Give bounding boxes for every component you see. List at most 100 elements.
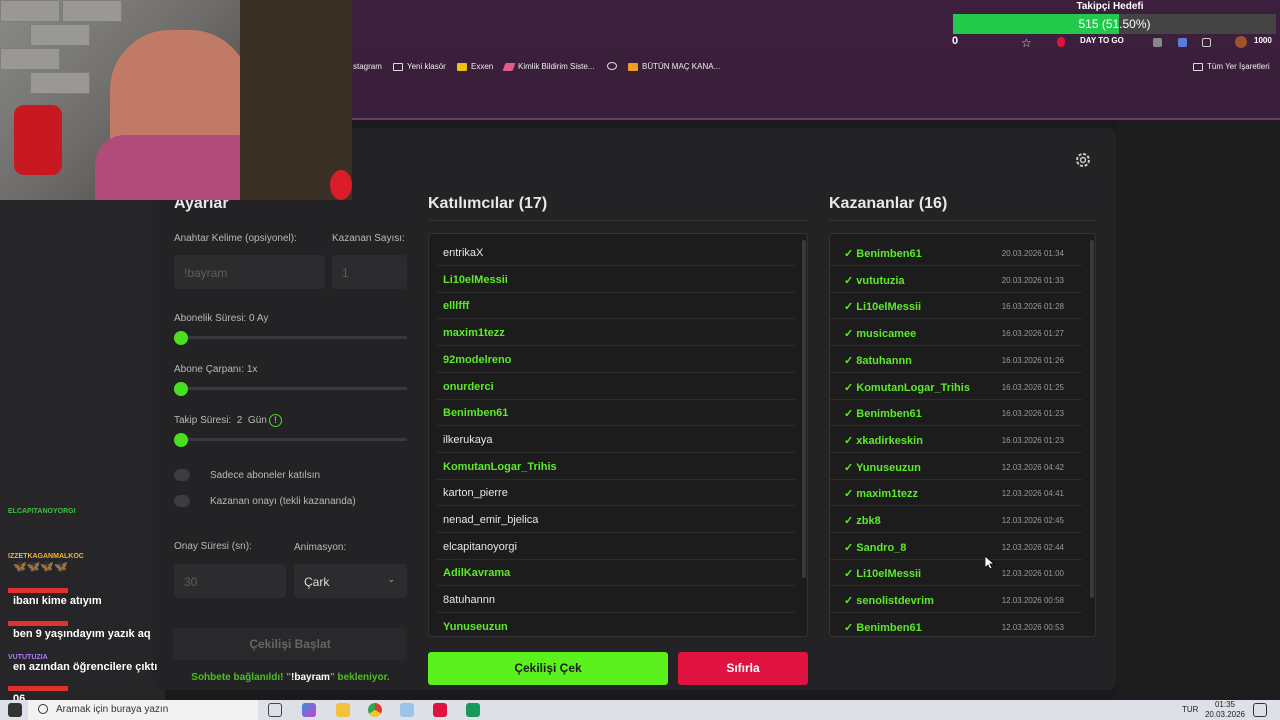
participant-name: elcapitanoyorgi [443,540,517,553]
star-icon[interactable]: ☆ [1021,36,1032,50]
info-icon[interactable]: ! [269,414,282,427]
participant-name: onurderci [443,380,494,393]
goal-progress-text: 515 (51.50%) [1078,17,1151,31]
multiplier-slider-knob[interactable] [174,382,188,396]
winner-date: 16.03.2026 01:26 [1001,355,1064,365]
participant-name: nenad_emir_bjelica [443,514,539,526]
taskbar-date[interactable]: 20.03.2026 [1200,710,1250,719]
bookmark-mac[interactable]: BÜTÜN MAÇ KANA... [628,62,720,71]
draw-button[interactable]: Çekilişi Çek [428,652,668,685]
winner-row: ✓ musicamee 16.03.2026 01:27 [830,320,1082,347]
participant-name: elllfff [443,300,470,313]
winner-row: ✓ Benimben61 16.03.2026 01:23 [830,400,1082,427]
participant-row: Benimben61 [437,400,795,427]
only-subs-toggle[interactable] [174,469,190,481]
winner-confirm-toggle[interactable] [174,495,190,507]
winner-row: ✓ vututuzia 20.03.2026 01:33 [830,267,1082,293]
participant-row: maxim1tezz [437,320,795,347]
winner-name: ✓ Sandro_8 [844,541,907,554]
winner-date: 20.03.2026 01:33 [1001,275,1064,285]
bookmark-globe[interactable] [607,62,617,70]
folder-icon[interactable] [336,703,350,717]
puzzle-icon[interactable] [1202,38,1211,47]
bookmark-kimlik[interactable]: Kimlik Bildirim Siste... [502,62,595,71]
folder-icon [393,62,403,71]
participant-row: karton_pierre [437,480,795,507]
winner-row: ✓ Li10elMessii 12.03.2026 01:00 [830,560,1082,587]
webcam-overlay [0,0,352,200]
winner-row: ✓ Benimben61 12.03.2026 00:53 [830,614,1082,636]
subscription-slider-track[interactable] [174,336,407,339]
app-icon[interactable] [466,703,480,717]
participant-row: 8atuhannn [437,587,795,614]
participant-name: Li10elMessii [443,273,508,286]
bookmark-folder[interactable]: Yeni klasör [393,62,446,71]
task-view-icon[interactable] [268,703,282,717]
chat-username-bar [8,686,68,691]
winner-count-input[interactable]: 1 [332,255,407,289]
goal-end-value: 1000 [1254,36,1272,45]
bookmark-instagram[interactable]: stagram [353,62,382,71]
bookmark-all[interactable]: Tüm Yer İşaretleri [1193,62,1270,71]
gear-icon[interactable] [1073,150,1093,170]
taskbar-search[interactable]: Aramak için buraya yazın [28,700,258,720]
app-icon[interactable] [433,703,447,717]
chat-message: IZZETKAGANMALKOC 🦋🦋🦋🦋 [8,553,84,573]
chat-message: ben 9 yaşındayım yazık aq [8,621,151,640]
taskbar-time[interactable]: 01:35 [1210,700,1240,709]
notification-icon[interactable] [1253,703,1267,717]
divider [428,220,808,221]
participants-list[interactable]: entrikaX Li10elMessii elllfff maxim1tezz 92m… [428,233,808,637]
winner-name: ✓ Li10elMessii [844,568,922,581]
winner-name: ✓ KomutanLogar_Trihis [844,381,970,394]
chat-text: ibanı kime atıyım [13,595,102,607]
globe-icon [607,62,617,70]
multiplier-label: Abone Çarpanı: 1x [174,364,258,375]
bookmark-exxen[interactable]: Exxen [457,62,493,71]
participants-title: Katılımcılar (17) [428,195,548,212]
participant-row: AdilKavrama [437,560,795,587]
extension-icon[interactable] [1178,38,1187,47]
avatar[interactable] [1235,36,1247,48]
participant-name: AdilKavrama [443,567,511,580]
windows-icon[interactable] [8,703,22,717]
extension-red-icon[interactable] [1057,37,1065,47]
status-text: " bekleniyor. [329,672,390,683]
follow-slider-track[interactable] [174,438,407,441]
winners-title: Kazananlar (16) [829,195,948,212]
bookmark-label: Kimlik Bildirim Siste... [518,62,595,71]
chat-username: ELCAPITANOYORGI [8,508,76,515]
chevron-down-icon: ⌄ [387,574,395,584]
winner-date: 12.03.2026 04:41 [1001,489,1064,499]
participant-row: onurderci [437,374,795,400]
chat-text: ben 9 yaşındayım yazık aq [13,628,151,640]
participant-name: entrikaX [443,247,484,259]
goal-start-value: 0 [952,35,959,47]
subscription-slider-knob[interactable] [174,331,188,345]
bookmark-label: stagram [353,62,382,71]
winner-date: 12.03.2026 01:00 [1001,569,1064,579]
winner-date: 16.03.2026 01:23 [1001,409,1064,419]
winner-date: 16.03.2026 01:28 [1001,302,1064,312]
extension-icon[interactable] [1153,38,1162,47]
chat-text: 🦋🦋🦋🦋 [13,561,68,573]
reset-button[interactable]: Sıfırla [678,652,808,685]
day-to-go-badge[interactable]: DAY TO GO [1080,36,1124,45]
winners-list[interactable]: ✓ Benimben61 20.03.2026 01:34 ✓ vututuzia 2… [829,233,1096,637]
follow-slider-knob[interactable] [174,433,188,447]
participant-row: Yunuseuzun [437,614,795,636]
winner-date: 16.03.2026 01:25 [1001,382,1064,392]
taskbar-lang[interactable]: TUR [1182,705,1198,714]
winners-scrollbar[interactable] [1090,240,1094,598]
participant-name: KomutanLogar_Trihis [443,460,557,473]
keyword-input[interactable]: !bayram [174,255,325,289]
multiplier-slider-track[interactable] [174,387,407,390]
participants-scrollbar[interactable] [802,240,806,578]
subscription-label: Abonelik Süresi: 0 Ay [174,313,269,324]
participant-name: Yunuseuzun [443,620,508,633]
flag [330,170,352,200]
chrome-icon[interactable] [368,703,382,717]
app-icon[interactable] [400,703,414,717]
copilot-icon[interactable] [302,703,316,717]
participant-name: maxim1tezz [443,327,505,340]
